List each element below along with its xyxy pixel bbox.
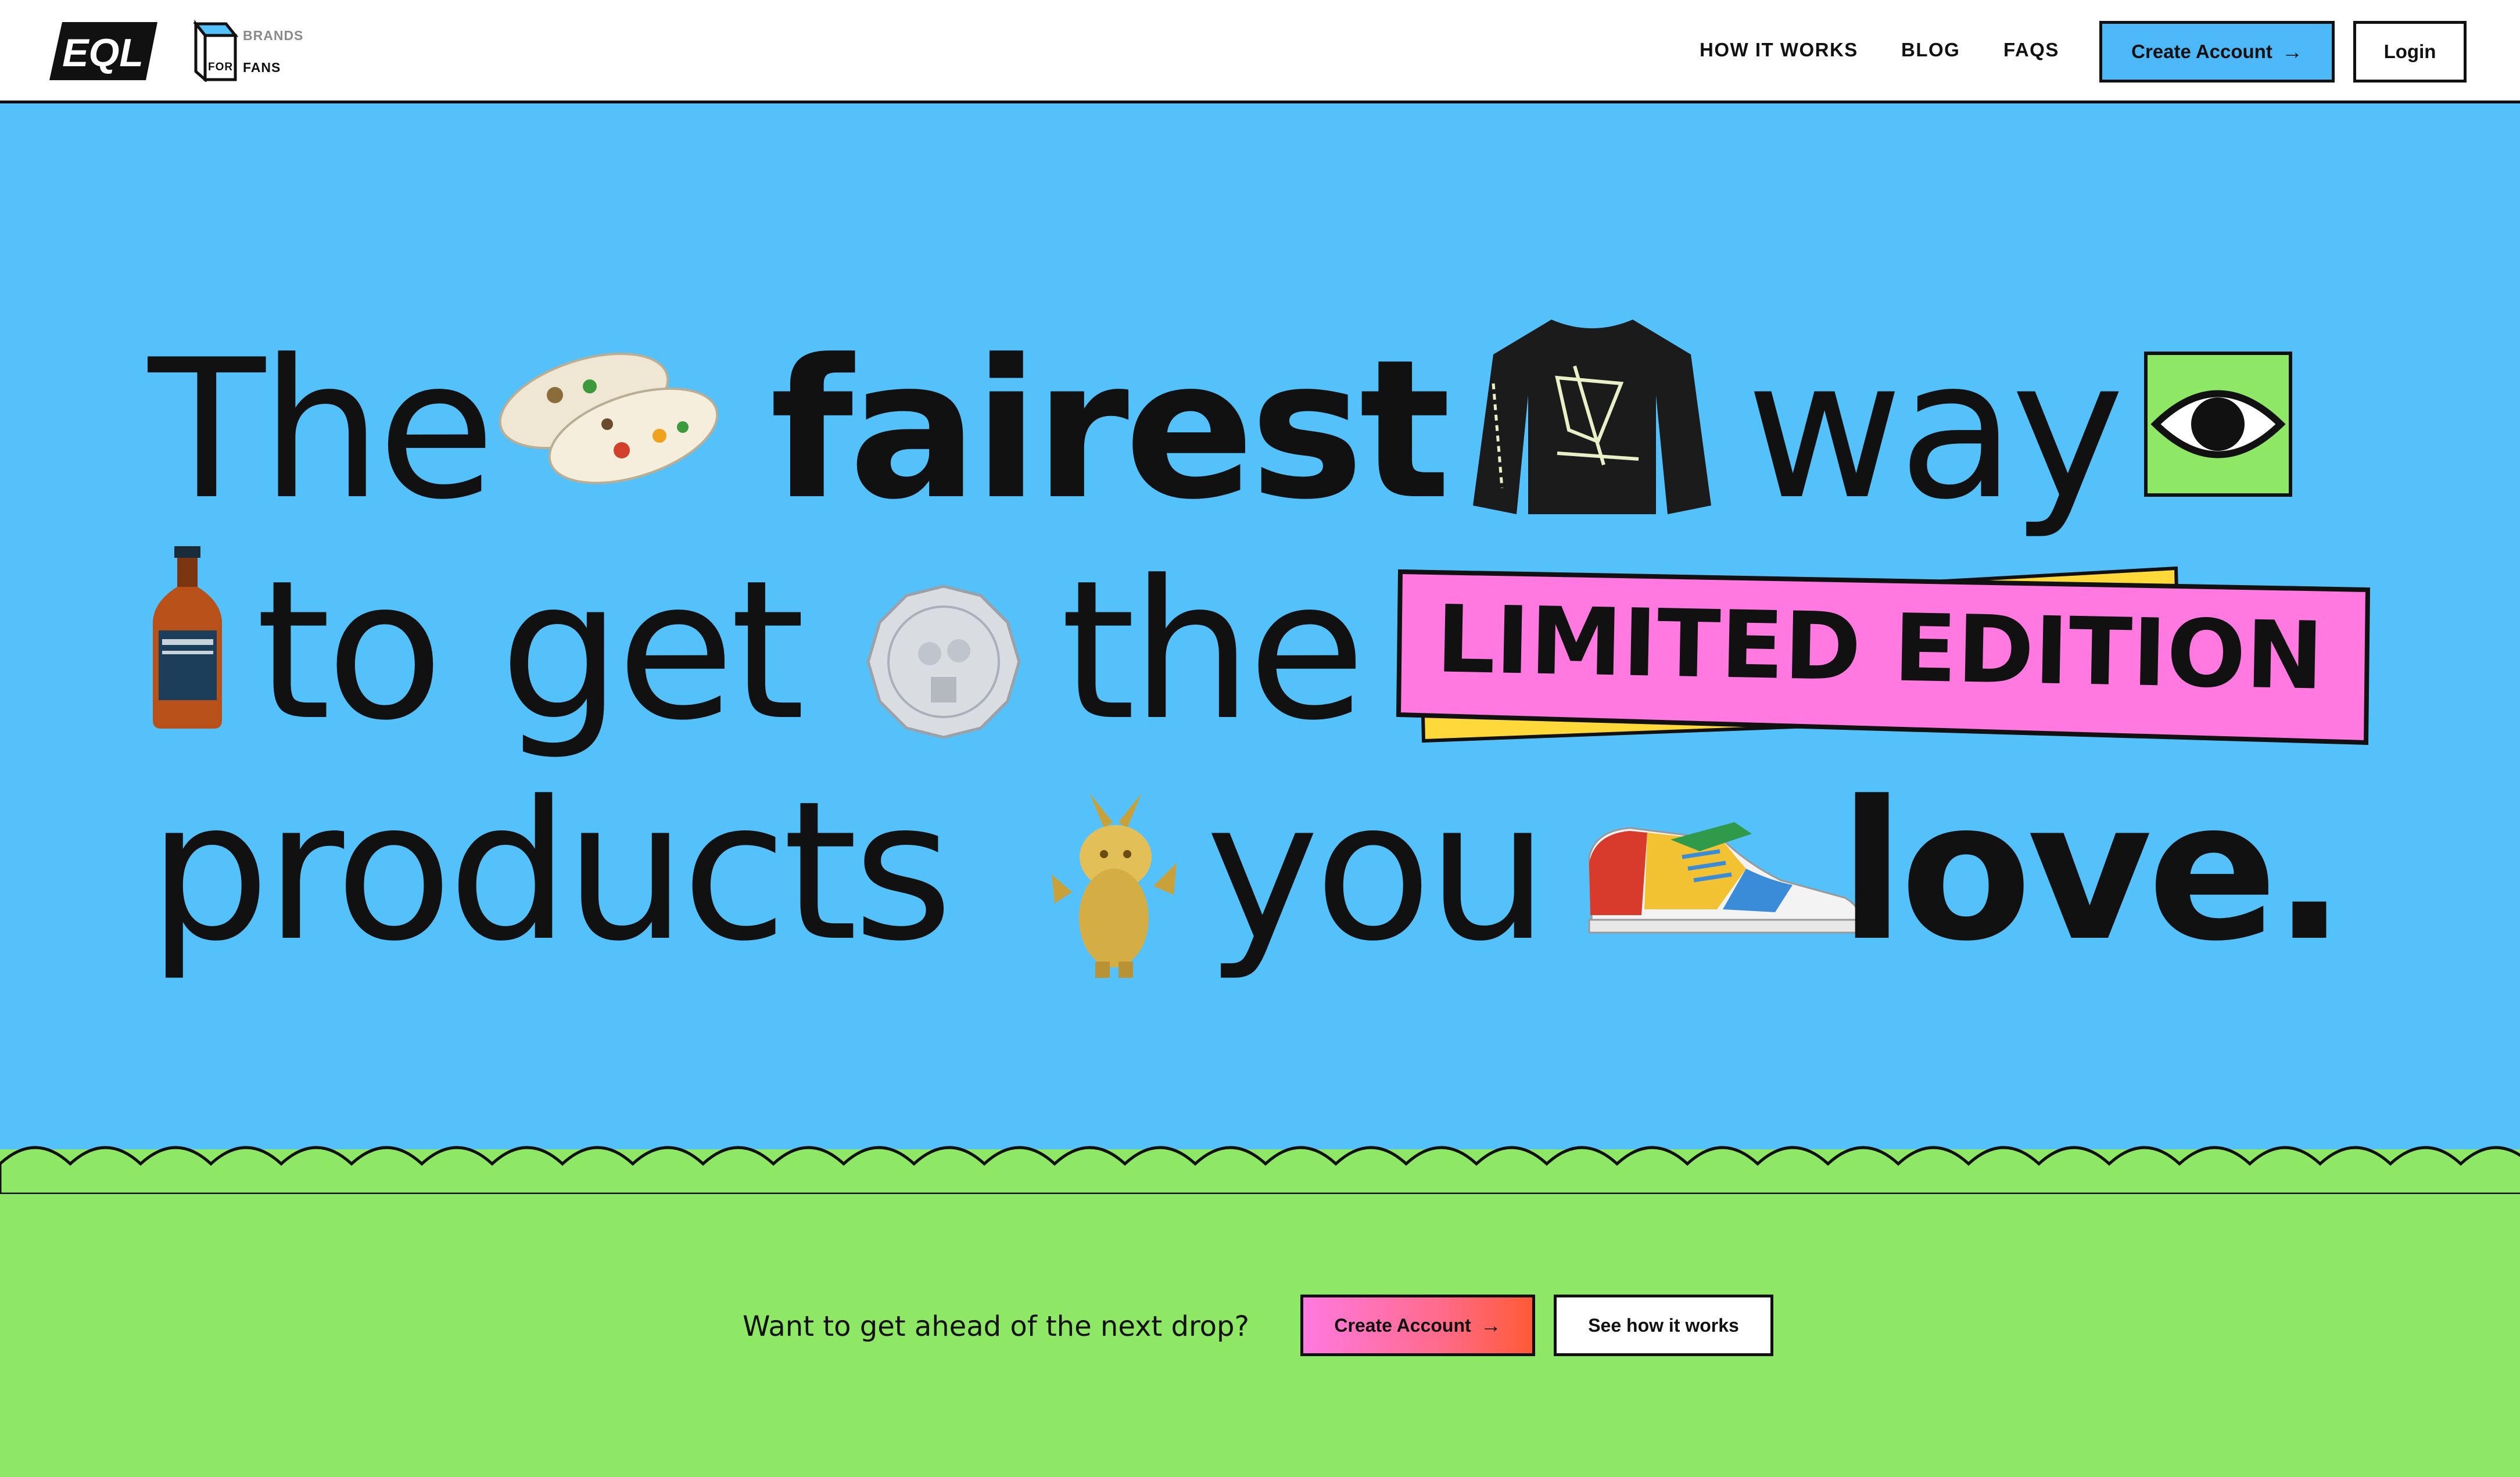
limited-edition-text: LIMITED EDITION — [1435, 585, 2325, 710]
brands-for-fans-mark: BRANDS FOR FANS — [192, 19, 303, 84]
sweater-icon — [1473, 320, 1711, 514]
gold-pikachu-icon — [1052, 793, 1177, 978]
see-how-it-works-label: See how it works — [1588, 1314, 1739, 1336]
nav-blog[interactable]: BLOG — [1901, 39, 1960, 61]
sneaker-icon — [1588, 822, 1861, 934]
coin-icon — [866, 585, 1021, 739]
hero-word-products: products — [148, 760, 953, 983]
nav-how-it-works[interactable]: HOW IT WORKS — [1700, 39, 1858, 61]
wave-divider — [0, 1146, 2520, 1194]
hero-word-you: you — [1206, 760, 1548, 983]
hero-word-to: to — [256, 539, 443, 762]
arrow-right-icon: → — [1480, 1313, 1501, 1337]
cta-create-account-label: Create Account — [1334, 1314, 1471, 1336]
fans-label: FANS — [243, 60, 281, 75]
logo-text: EQL — [62, 31, 144, 75]
brands-label: BRANDS — [243, 28, 304, 43]
clogs-icon — [499, 352, 719, 485]
hero-word-love: love. — [1839, 760, 2346, 983]
cta-question: Want to get ahead of the next drop? — [743, 1310, 1249, 1343]
eql-logo[interactable]: EQL — [49, 22, 157, 83]
nav-faqs[interactable]: FAQS — [2003, 39, 2059, 61]
see-how-it-works-button[interactable]: See how it works — [1554, 1295, 1773, 1356]
hero-word-way: way — [1746, 318, 2124, 542]
site-header: EQL BRANDS FOR FANS HOW IT WORKS BLOG FA… — [0, 0, 2520, 103]
hero-word-the-2: the — [1060, 539, 1366, 762]
limited-edition-badge: LIMITED EDITION — [1396, 566, 2371, 745]
hero-word-the: The — [148, 318, 496, 542]
hero-word-fairest: fairest — [770, 318, 1451, 542]
eye-icon — [2144, 352, 2292, 497]
whisky-bottle-icon — [153, 546, 222, 729]
create-account-button[interactable]: Create Account → — [2099, 21, 2335, 83]
arrow-right-icon: → — [2281, 40, 2303, 63]
cta-create-account-button[interactable]: Create Account → — [1300, 1295, 1535, 1356]
login-label: Login — [2383, 41, 2436, 62]
hero-word-get: get — [500, 539, 805, 762]
login-button[interactable]: Login — [2353, 21, 2467, 83]
create-account-label: Create Account — [2131, 41, 2272, 62]
for-label: FOR — [208, 61, 234, 73]
